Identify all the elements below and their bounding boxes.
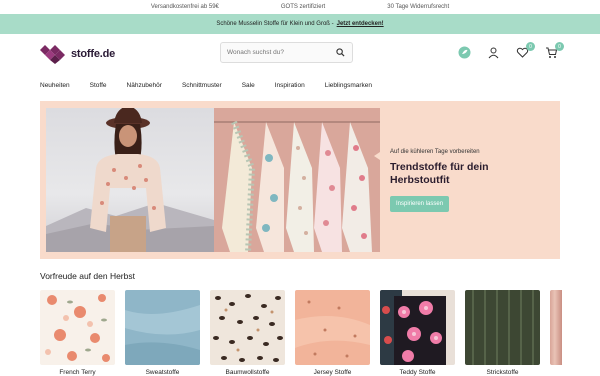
- promo-text: Schöne Musselin Stoffe für Klein und Gro…: [216, 21, 334, 27]
- account-icon[interactable]: [487, 46, 500, 59]
- usp-bar: Versandkostenfrei ab 59€ GOTS zertifizie…: [0, 0, 600, 14]
- category-card-teddy-stoffe[interactable]: Teddy Stoffe: [380, 290, 455, 376]
- category-card-jersey-stoffe[interactable]: Jersey Stoffe: [295, 290, 370, 376]
- hero-subtitle: Auf die kühleren Tage vorbereiten: [390, 149, 480, 155]
- nav-item-schnittmuster[interactable]: Schnittmuster: [182, 82, 222, 89]
- category-image: [40, 290, 115, 365]
- logo-text: stoffe.de: [71, 48, 116, 60]
- site-header: stoffe.de 0 0: [0, 34, 600, 74]
- hero-title-line2: Herbstoutfit: [390, 174, 450, 186]
- search-icon[interactable]: [334, 47, 346, 59]
- nav-item-stoffe[interactable]: Stoffe: [90, 82, 107, 89]
- hero-banner[interactable]: Auf die kühleren Tage vorbereiten Trends…: [40, 101, 560, 259]
- main-nav: Neuheiten Stoffe Nähzubehör Schnittmuste…: [0, 74, 600, 97]
- nav-item-lieblingsmarken[interactable]: Lieblingsmarken: [325, 82, 372, 89]
- category-card-french-terry[interactable]: French Terry: [40, 290, 115, 376]
- category-card-baumwollstoffe[interactable]: Baumwollstoffe: [210, 290, 285, 376]
- hero-fabric-image: [214, 108, 380, 253]
- hero-text-block: Auf die kühleren Tage vorbereiten Trends…: [390, 149, 550, 212]
- hero-model-image: [46, 106, 214, 252]
- sustainability-icon[interactable]: [458, 46, 471, 59]
- category-image: [380, 290, 455, 365]
- category-image: [210, 290, 285, 365]
- usp-shipping: Versandkostenfrei ab 59€: [150, 4, 219, 10]
- nav-item-inspiration[interactable]: Inspiration: [275, 82, 305, 89]
- hero-cta-button[interactable]: Inspirieren lassen: [390, 196, 450, 212]
- category-image: [295, 290, 370, 365]
- usp-returns: 30 Tage Widerrufsrecht: [387, 4, 450, 10]
- hero-title-line1: Trendstoffe für dein: [390, 161, 489, 173]
- cart-count-badge: 0: [555, 42, 564, 51]
- usp-gots: GOTS zertifiziert: [280, 4, 326, 10]
- logo[interactable]: stoffe.de: [40, 44, 116, 64]
- cart-icon[interactable]: 0: [545, 42, 564, 59]
- wishlist-count-badge: 0: [526, 42, 535, 51]
- wishlist-icon[interactable]: 0: [516, 42, 535, 59]
- header-icons: 0 0: [458, 42, 564, 59]
- category-image: [465, 290, 540, 365]
- category-image: [125, 290, 200, 365]
- category-card-sweatstoffe[interactable]: Sweatstoffe: [125, 290, 200, 376]
- nav-item-sale[interactable]: Sale: [242, 82, 255, 89]
- logo-icon: [40, 44, 65, 64]
- promo-banner[interactable]: Schöne Musselin Stoffe für Klein und Gro…: [0, 14, 600, 34]
- category-carousel: French Terry Sweatstoffe Baumwollstoffe …: [40, 290, 540, 376]
- category-card-strickstoffe[interactable]: Strickstoffe: [465, 290, 540, 376]
- hero-title: Trendstoffe für dein Herbstoutfit: [390, 161, 550, 187]
- search-input[interactable]: [227, 49, 334, 56]
- promo-link[interactable]: Jetzt entdecken!: [337, 21, 384, 27]
- nav-item-neuheiten[interactable]: Neuheiten: [40, 82, 70, 89]
- section-title: Vorfreude auf den Herbst: [40, 271, 135, 281]
- category-card-partial[interactable]: [550, 290, 562, 365]
- search-box[interactable]: [220, 42, 353, 63]
- nav-item-naehzubehoer[interactable]: Nähzubehör: [127, 82, 162, 89]
